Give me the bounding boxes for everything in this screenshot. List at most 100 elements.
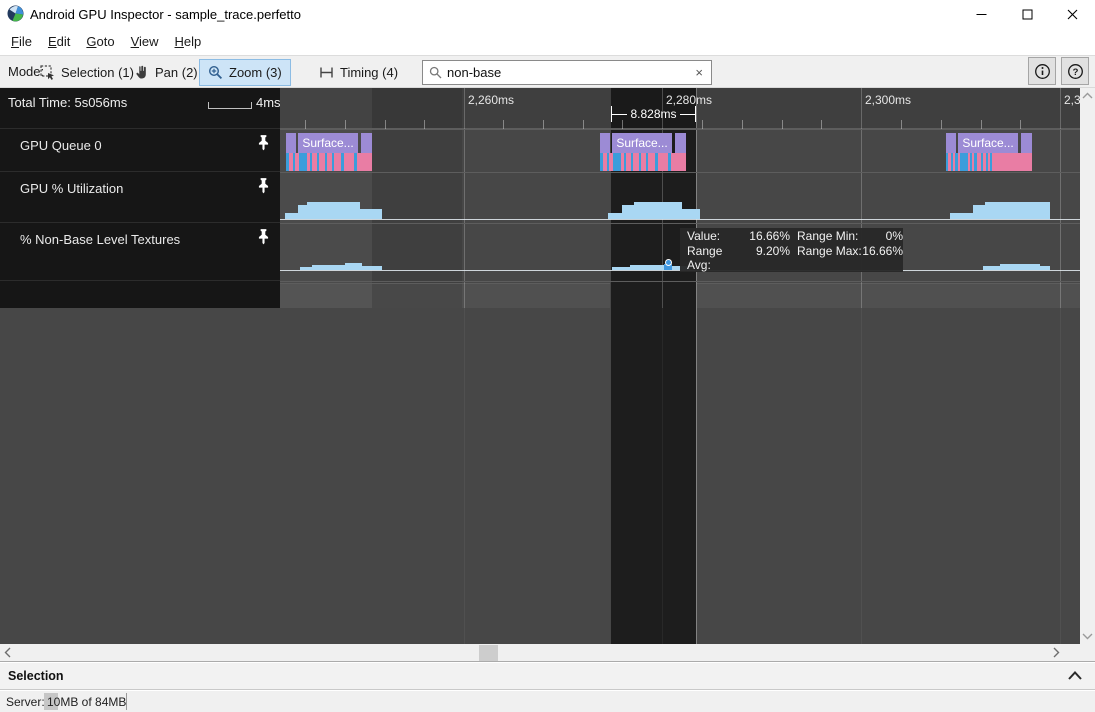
gpu-utilization-bar[interactable] bbox=[682, 209, 700, 219]
scale-bracket bbox=[208, 102, 252, 109]
horizontal-scrollbar-thumb[interactable] bbox=[479, 645, 498, 661]
selection-panel-header[interactable]: Selection bbox=[0, 663, 1095, 690]
non-base-level-textures-bar[interactable] bbox=[345, 263, 362, 270]
horizontal-scrollbar[interactable] bbox=[0, 644, 1095, 662]
collapse-panel-icon[interactable] bbox=[1067, 669, 1083, 683]
track-separator bbox=[280, 223, 1080, 224]
pin-icon[interactable] bbox=[255, 228, 272, 245]
menu-item-view[interactable]: View bbox=[123, 30, 167, 53]
menu-item-goto[interactable]: Goto bbox=[78, 30, 122, 53]
vertical-scrollbar[interactable] bbox=[1080, 88, 1095, 644]
menu-item-help[interactable]: Help bbox=[167, 30, 210, 53]
gpu-utilization-bar[interactable] bbox=[950, 213, 973, 219]
surface-slice-labeled[interactable]: Surface... bbox=[958, 133, 1018, 153]
track-label: % Non-Base Level Textures bbox=[20, 232, 180, 247]
gpu-utilization-bar[interactable] bbox=[634, 202, 682, 219]
surface-slice[interactable] bbox=[361, 133, 372, 153]
non-base-level-textures-bar[interactable] bbox=[312, 265, 345, 270]
track-label-row-2[interactable]: % Non-Base Level Textures bbox=[0, 223, 280, 281]
ruler-time-label: 2,300ms bbox=[865, 93, 911, 107]
pin-icon[interactable] bbox=[255, 134, 272, 151]
gpu-command-stripe[interactable] bbox=[299, 153, 307, 171]
surface-slice-labeled[interactable]: Surface... bbox=[298, 133, 358, 153]
ruler-minor-tick bbox=[821, 120, 822, 129]
scroll-down-icon[interactable] bbox=[1082, 632, 1093, 640]
ruler-minor-tick bbox=[503, 120, 504, 129]
minimize-button[interactable] bbox=[958, 0, 1004, 28]
mode-pan-label: Pan (2) bbox=[155, 65, 198, 80]
gpu-utilization-bar[interactable] bbox=[608, 213, 622, 219]
timeline[interactable]: 2,260ms2,280ms2,300ms2,3 8.828ms Total T… bbox=[0, 88, 1095, 644]
menu-item-file[interactable]: File bbox=[3, 30, 40, 53]
tooltip-value: 16.66% bbox=[746, 229, 790, 243]
ruler-minor-tick bbox=[305, 120, 306, 129]
gpu-utilization-bar[interactable] bbox=[307, 202, 360, 219]
magnifier-plus-icon bbox=[208, 65, 223, 80]
tooltip-range-max-label: Range Max: bbox=[790, 244, 862, 272]
gpu-command-stripe[interactable] bbox=[658, 153, 668, 171]
scroll-up-icon[interactable] bbox=[1082, 92, 1093, 100]
scroll-right-icon[interactable] bbox=[1052, 647, 1060, 658]
non-base-level-textures-bar[interactable] bbox=[300, 267, 312, 270]
ruler-time-label: 2,3 bbox=[1064, 93, 1081, 107]
menu-item-edit[interactable]: Edit bbox=[40, 30, 78, 53]
non-base-level-textures-bar[interactable] bbox=[612, 267, 630, 270]
mode-timing-button[interactable]: Timing (4) bbox=[311, 59, 406, 86]
gpu-command-stripe[interactable] bbox=[960, 153, 968, 171]
help-button[interactable]: ? bbox=[1061, 57, 1089, 85]
info-button[interactable] bbox=[1028, 57, 1056, 85]
non-base-level-textures-bar[interactable] bbox=[983, 266, 1000, 270]
surface-slice[interactable] bbox=[600, 133, 610, 153]
pin-icon[interactable] bbox=[255, 177, 272, 194]
non-base-level-textures-bar[interactable] bbox=[630, 265, 664, 270]
gpu-command-stripe[interactable] bbox=[334, 153, 341, 171]
gpu-utilization-bar[interactable] bbox=[298, 205, 307, 219]
gpu-utilization-bar[interactable] bbox=[285, 213, 298, 219]
search-input[interactable] bbox=[447, 65, 688, 80]
ruler-minor-tick bbox=[583, 120, 584, 129]
track-separator bbox=[280, 172, 1080, 173]
gpu-utilization-bar[interactable] bbox=[973, 205, 985, 219]
gpu-command-stripe[interactable] bbox=[357, 153, 372, 171]
gpu-utilization-bar[interactable] bbox=[622, 205, 634, 219]
ruler-minor-tick bbox=[1020, 120, 1021, 129]
gpu-command-stripe[interactable] bbox=[992, 153, 1032, 171]
scroll-left-icon[interactable] bbox=[4, 647, 12, 658]
gpu-utilization-baseline bbox=[280, 219, 1080, 220]
selection-panel-title: Selection bbox=[8, 669, 64, 683]
mode-timing-label: Timing (4) bbox=[340, 65, 398, 80]
surface-slice[interactable] bbox=[946, 133, 956, 153]
surface-slice[interactable] bbox=[675, 133, 686, 153]
track-label-row-0[interactable]: GPU Queue 0 bbox=[0, 129, 280, 172]
mode-pan-button[interactable]: Pan (2) bbox=[126, 59, 206, 86]
gpu-utilization-bar[interactable] bbox=[360, 209, 382, 219]
maximize-button[interactable] bbox=[1004, 0, 1050, 28]
tooltip-range-avg: 9.20% bbox=[746, 244, 790, 272]
gpu-command-stripe[interactable] bbox=[648, 153, 655, 171]
search-box[interactable]: × bbox=[422, 60, 712, 85]
non-base-level-textures-bar[interactable] bbox=[1000, 264, 1040, 270]
ruler-minor-tick bbox=[901, 120, 902, 129]
tooltip-value-label: Value: bbox=[680, 229, 746, 243]
tooltip-range-avg-label: Range Avg: bbox=[680, 244, 746, 272]
mode-zoom-button[interactable]: Zoom (3) bbox=[199, 59, 291, 86]
non-base-level-textures-bar[interactable] bbox=[362, 266, 382, 270]
track-label-row-1[interactable]: GPU % Utilization bbox=[0, 172, 280, 223]
surface-slice[interactable] bbox=[286, 133, 296, 153]
non-base-level-textures-bar[interactable] bbox=[1040, 266, 1050, 270]
close-button[interactable] bbox=[1049, 0, 1095, 28]
surface-slice-labeled[interactable]: Surface... bbox=[612, 133, 672, 153]
ruler-time-label: 2,280ms bbox=[666, 93, 712, 107]
gpu-command-stripe[interactable] bbox=[613, 153, 621, 171]
ruler-minor-tick bbox=[782, 120, 783, 129]
track-separator bbox=[280, 281, 1080, 282]
ruler-minor-tick bbox=[424, 120, 425, 129]
memory-usage-text: 10MB of 84MB bbox=[47, 695, 126, 709]
gpu-utilization-bar[interactable] bbox=[985, 202, 1050, 219]
memory-usage-indicator: 10MB of 84MB bbox=[44, 692, 129, 711]
gpu-command-stripe[interactable] bbox=[671, 153, 686, 171]
surface-slice[interactable] bbox=[1021, 133, 1032, 153]
search-clear-icon[interactable]: × bbox=[693, 65, 705, 80]
gridline-faint bbox=[464, 308, 465, 644]
gpu-command-stripe[interactable] bbox=[344, 153, 354, 171]
